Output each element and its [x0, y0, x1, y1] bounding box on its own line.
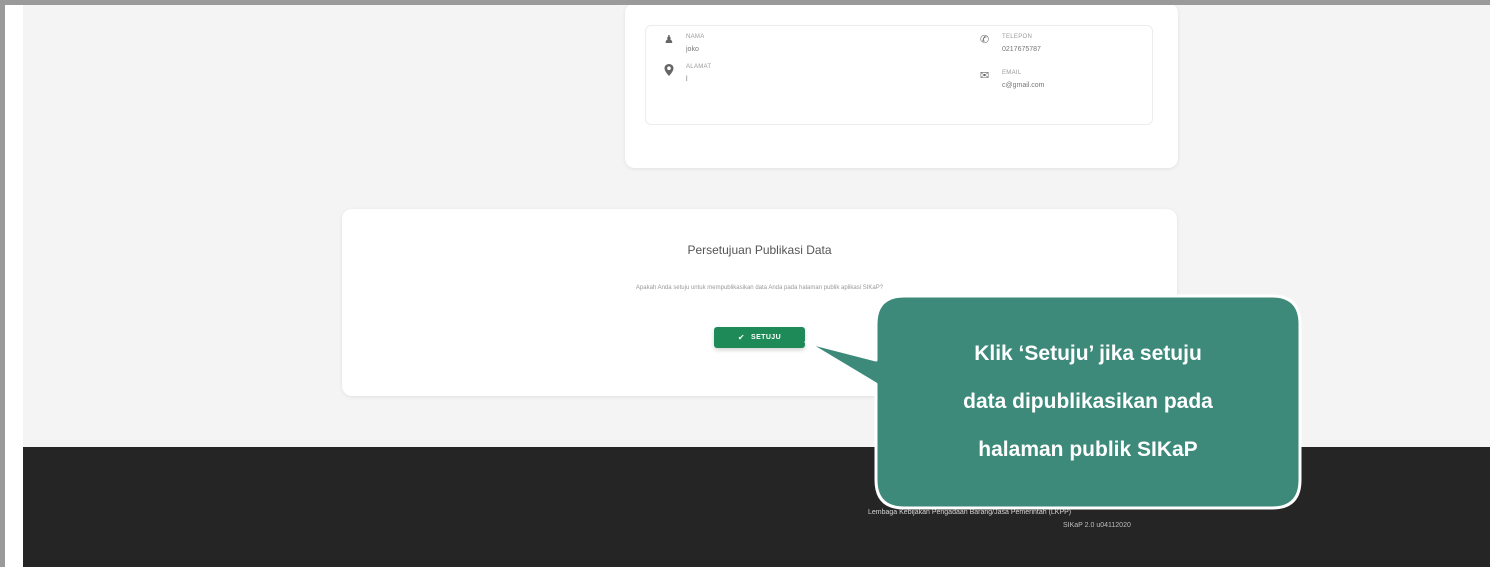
callout-line-3: halaman publik SIKaP	[978, 438, 1198, 461]
callout-line-1: Klik ‘Setuju’ jika setuju	[974, 342, 1202, 365]
callout-text: Klik ‘Setuju’ jika setuju data dipublika…	[876, 298, 1300, 506]
callout-line-2: data dipublikasikan pada	[963, 390, 1213, 413]
